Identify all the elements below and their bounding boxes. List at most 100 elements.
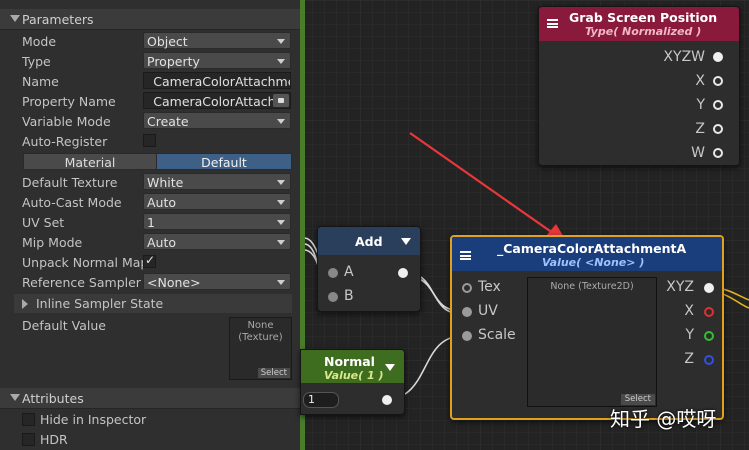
output-port-dot[interactable]: [713, 52, 723, 62]
name-field[interactable]: _CameraColorAttachment: [143, 72, 291, 89]
output-port-dot[interactable]: [713, 76, 723, 86]
property-name-row: Property Name _CameraColorAttachr: [0, 91, 300, 111]
lock-icon[interactable]: [273, 94, 289, 107]
chevron-down-icon[interactable]: [401, 238, 411, 245]
mip-mode-row: Mip Mode Auto: [0, 232, 300, 252]
unpack-normal-label: Unpack Normal Map: [22, 255, 149, 270]
add-node[interactable]: Add A B: [317, 226, 421, 312]
ref-sampler-dropdown[interactable]: <None>: [143, 273, 291, 290]
chevron-down-icon[interactable]: [385, 364, 395, 371]
input-a-label: A: [344, 264, 354, 280]
mip-mode-dropdown[interactable]: Auto: [143, 233, 291, 250]
output-port-dot[interactable]: [704, 283, 714, 293]
grab-screen-position-node[interactable]: Grab Screen Position Type( Normalized ) …: [538, 6, 740, 166]
node-subtitle: Type( Normalized ): [585, 25, 702, 38]
value-field[interactable]: 1: [303, 392, 339, 408]
chevron-down-icon: [277, 180, 285, 185]
type-label: Type: [22, 54, 51, 69]
input-port-dot[interactable]: [462, 307, 472, 317]
fold-arrow-icon: [10, 394, 20, 401]
texture-sampler-node[interactable]: _CameraColorAttachmentA Value( <None> ) …: [450, 235, 724, 420]
mode-value: Object: [147, 34, 188, 49]
hide-in-inspector-label: Hide in Inspector: [40, 412, 147, 427]
unpack-normal-checkbox[interactable]: [143, 253, 156, 268]
default-texture-slot[interactable]: None (Texture) Select: [229, 317, 292, 380]
uv-set-dropdown[interactable]: 1: [143, 213, 291, 230]
watermark: 知乎 @哎呀: [610, 407, 717, 431]
normal-node[interactable]: Normal Value( 1 ) 1: [300, 349, 405, 415]
input-scale-label: Scale: [478, 327, 516, 343]
input-port-dot[interactable]: [462, 283, 472, 293]
uv-set-label: UV Set: [22, 215, 65, 230]
output-y-label: Y: [685, 327, 694, 343]
chevron-down-icon: [277, 119, 285, 124]
mode-label: Mode: [22, 34, 57, 49]
output-xyz-label: XYZ: [666, 279, 694, 295]
node-header[interactable]: Grab Screen Position Type( Normalized ): [539, 7, 739, 41]
input-port-dot[interactable]: [328, 292, 338, 302]
auto-cast-value: Auto: [147, 195, 177, 210]
output-x-label: X: [684, 303, 694, 319]
node-header[interactable]: Add: [318, 227, 420, 255]
hdr-checkbox[interactable]: [22, 433, 35, 446]
output-port-dot[interactable]: [713, 124, 723, 134]
output-port-dot[interactable]: [704, 331, 714, 341]
menu-icon[interactable]: [547, 19, 558, 28]
output-port-dot[interactable]: [382, 395, 392, 405]
input-port-dot[interactable]: [462, 331, 472, 341]
default-toggle[interactable]: Default: [156, 153, 292, 170]
output-port-dot[interactable]: [713, 148, 723, 158]
auto-register-row: Auto-Register: [0, 131, 300, 151]
input-tex-label: Tex: [478, 279, 501, 295]
chevron-down-icon: [277, 240, 285, 245]
name-label: Name: [22, 74, 59, 89]
auto-register-label: Auto-Register: [22, 134, 108, 149]
input-b-label: B: [344, 288, 354, 304]
property-name-value: _CameraColorAttachr: [147, 94, 281, 109]
fold-arrow-icon: [10, 15, 20, 22]
uv-set-row: UV Set 1: [0, 212, 300, 232]
attributes-title: Attributes: [22, 391, 84, 406]
default-texture-dropdown[interactable]: White: [143, 173, 291, 190]
default-texture-row: Default Texture White: [0, 172, 300, 192]
default-texture-label: Default Texture: [22, 175, 118, 190]
node-title: Add: [355, 234, 383, 249]
name-value: _CameraColorAttachment: [147, 74, 290, 89]
property-name-label: Property Name: [22, 94, 116, 109]
output-port-dot[interactable]: [398, 268, 408, 278]
inline-sampler-foldout[interactable]: Inline Sampler State: [14, 294, 292, 313]
menu-icon[interactable]: [460, 251, 471, 260]
node-header[interactable]: _CameraColorAttachmentA Value( <None> ): [452, 237, 722, 271]
output-port-dot[interactable]: [713, 100, 723, 110]
variable-mode-value: Create: [147, 114, 189, 129]
auto-register-checkbox[interactable]: [143, 134, 156, 147]
input-port-dot[interactable]: [328, 268, 338, 278]
inspector-panel: Parameters Mode Object Type Property Nam…: [0, 0, 301, 450]
texture-select-button[interactable]: Select: [257, 368, 290, 378]
uv-set-value: 1: [147, 215, 155, 230]
variable-mode-dropdown[interactable]: Create: [143, 112, 291, 129]
parameters-section-header[interactable]: Parameters: [0, 9, 300, 30]
attributes-section-header[interactable]: Attributes: [0, 388, 300, 409]
node-title: _CameraColorAttachmentA: [497, 241, 687, 256]
texture-preview[interactable]: None (Texture2D) Select: [527, 277, 657, 407]
unpack-normal-row: Unpack Normal Map: [0, 252, 300, 272]
property-name-field[interactable]: _CameraColorAttachr: [143, 92, 291, 109]
output-port-dot[interactable]: [704, 355, 714, 365]
auto-cast-dropdown[interactable]: Auto: [143, 193, 291, 210]
material-toggle[interactable]: Material: [23, 153, 157, 170]
chevron-down-icon: [277, 59, 285, 64]
output-x-label: X: [695, 73, 705, 89]
mode-row: Mode Object: [0, 31, 300, 51]
output-port-dot[interactable]: [704, 307, 714, 317]
chevron-down-icon: [277, 39, 285, 44]
chevron-down-icon: [277, 200, 285, 205]
hide-in-inspector-checkbox[interactable]: [22, 413, 35, 426]
type-row: Type Property: [0, 51, 300, 71]
type-dropdown[interactable]: Property: [143, 52, 291, 69]
variable-mode-label: Variable Mode: [22, 114, 111, 129]
default-value-label: Default Value: [22, 318, 106, 333]
node-header[interactable]: Normal Value( 1 ): [301, 350, 404, 383]
mode-dropdown[interactable]: Object: [143, 32, 291, 49]
output-w-label: W: [691, 145, 705, 161]
